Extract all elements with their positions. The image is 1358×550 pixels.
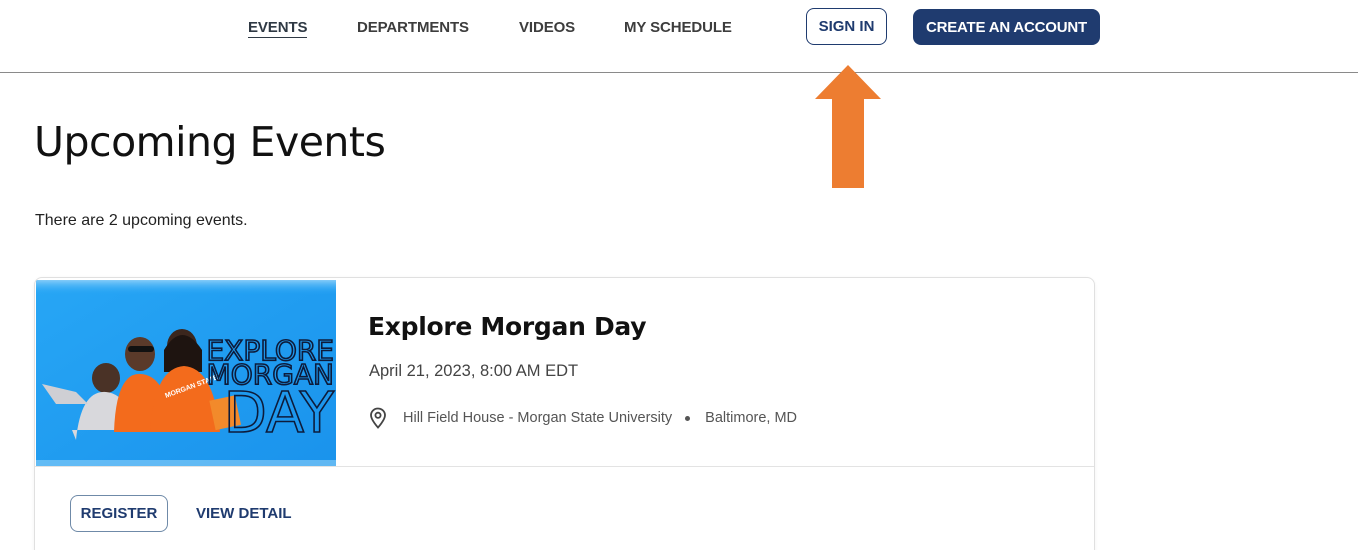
sign-in-button[interactable]: SIGN IN bbox=[806, 8, 887, 45]
event-card: MORGAN STATE EXPLORE MORGAN DAY Explore … bbox=[34, 277, 1095, 550]
top-navigation: EVENTS DEPARTMENTS VIDEOS MY SCHEDULE SI… bbox=[0, 0, 1358, 73]
event-location: Hill Field House - Morgan State Universi… bbox=[369, 406, 797, 430]
nav-link-videos[interactable]: VIDEOS bbox=[519, 19, 575, 36]
view-detail-link[interactable]: VIEW DETAIL bbox=[196, 505, 292, 522]
event-count-text: There are 2 upcoming events. bbox=[35, 212, 248, 229]
event-card-header: MORGAN STATE EXPLORE MORGAN DAY Explore … bbox=[35, 278, 1094, 467]
nav-link-events[interactable]: EVENTS bbox=[248, 19, 308, 38]
event-date: April 21, 2023, 8:00 AM EDT bbox=[369, 362, 579, 380]
map-pin-icon bbox=[370, 407, 386, 429]
page-title: Upcoming Events bbox=[34, 118, 386, 166]
create-account-button[interactable]: CREATE AN ACCOUNT bbox=[913, 9, 1100, 45]
event-city: Baltimore, MD bbox=[705, 410, 798, 426]
event-image[interactable]: MORGAN STATE EXPLORE MORGAN DAY bbox=[36, 280, 336, 466]
event-title[interactable]: Explore Morgan Day bbox=[368, 312, 647, 341]
register-button[interactable]: REGISTER bbox=[70, 495, 168, 532]
separator-dot bbox=[685, 415, 691, 421]
banner-line-3: DAY bbox=[224, 381, 335, 446]
event-venue: Hill Field House - Morgan State Universi… bbox=[403, 410, 673, 426]
event-banner-graphic: MORGAN STATE EXPLORE MORGAN DAY bbox=[36, 280, 336, 466]
up-arrow-icon bbox=[815, 65, 881, 188]
nav-link-my-schedule[interactable]: MY SCHEDULE bbox=[624, 19, 732, 36]
nav-link-departments[interactable]: DEPARTMENTS bbox=[357, 19, 469, 36]
